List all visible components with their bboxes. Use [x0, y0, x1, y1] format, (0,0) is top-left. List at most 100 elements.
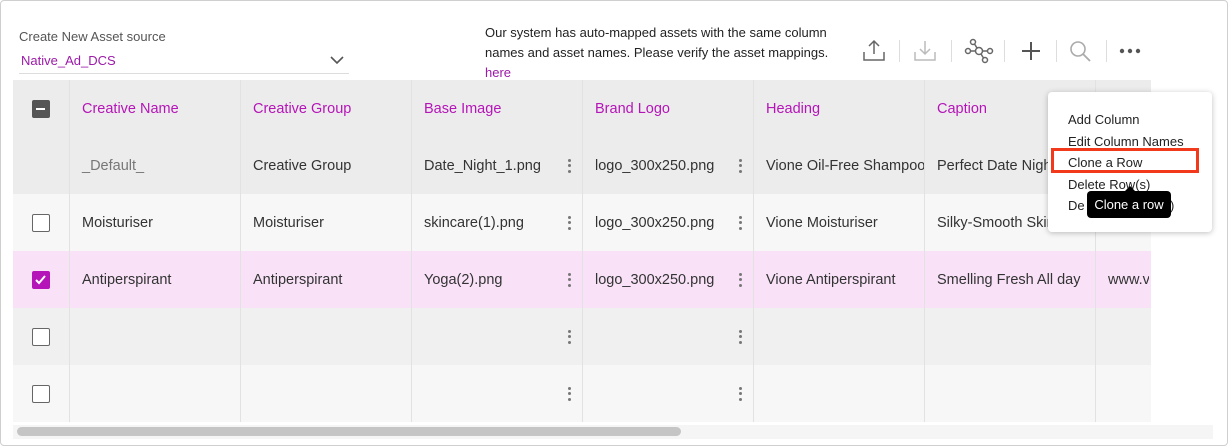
table-cell[interactable]: Date_Night_1.png: [412, 137, 583, 194]
row-select-cell: [13, 194, 70, 251]
search-icon: [1070, 41, 1091, 62]
more-options-button[interactable]: [1113, 34, 1147, 68]
table-cell[interactable]: [241, 308, 412, 365]
row-checkbox[interactable]: [32, 213, 50, 232]
kebab-menu-icon[interactable]: [568, 215, 572, 230]
table-cell[interactable]: [583, 308, 754, 365]
kebab-menu-icon[interactable]: [568, 272, 572, 287]
table-cell[interactable]: [925, 308, 1096, 365]
select-all-cell: [13, 80, 70, 137]
table-cell[interactable]: [412, 365, 583, 422]
row-checkbox[interactable]: [32, 270, 50, 289]
column-header[interactable]: Base Image: [412, 80, 583, 137]
table-cell[interactable]: Creative Group: [241, 137, 412, 194]
table-cell[interactable]: logo_300x250.png: [583, 194, 754, 251]
table-cell[interactable]: Moisturiser: [241, 194, 412, 251]
plus-icon: [1022, 42, 1040, 60]
table-cell-text: logo_300x250.png: [595, 214, 715, 231]
column-header[interactable]: Brand Logo: [583, 80, 754, 137]
chevron-down-icon: [330, 56, 344, 65]
network-icon: [964, 38, 994, 64]
mapping-network-button[interactable]: [962, 34, 996, 68]
kebab-menu-icon[interactable]: [739, 215, 743, 230]
toolbar-divider: [1004, 40, 1005, 62]
table-cell[interactable]: logo_300x250.png: [583, 137, 754, 194]
kebab-menu-icon[interactable]: [739, 386, 743, 401]
table-row: Antiperspirant Antiperspirant Yoga(2).pn…: [13, 251, 1151, 308]
table-cell[interactable]: Antiperspirant: [241, 251, 412, 308]
download-icon: [914, 41, 936, 61]
horizontal-scrollbar-thumb[interactable]: [17, 427, 681, 436]
menu-item-edit-column-names[interactable]: Edit Column Names: [1068, 134, 1184, 149]
row-checkbox[interactable]: [32, 327, 50, 346]
table-cell[interactable]: [241, 365, 412, 422]
table-cell[interactable]: _Default_: [70, 137, 241, 194]
menu-item-clone-row[interactable]: Clone a Row: [1068, 155, 1142, 170]
asset-table: Creative Name Creative Group Base Image …: [13, 80, 1151, 422]
kebab-menu-icon[interactable]: [568, 158, 572, 173]
table-header-row: Creative Name Creative Group Base Image …: [13, 80, 1151, 137]
search-button[interactable]: [1063, 34, 1097, 68]
checkmark-icon: [35, 274, 46, 284]
table-cell-text: logo_300x250.png: [595, 157, 715, 174]
table-row: _Default_ Creative Group Date_Night_1.pn…: [13, 137, 1151, 194]
menu-item-add-column[interactable]: Add Column: [1068, 112, 1140, 127]
table-cell[interactable]: [70, 365, 241, 422]
row-select-cell: [13, 137, 70, 194]
table-cell[interactable]: [1096, 308, 1149, 365]
more-icon: [1119, 48, 1141, 54]
kebab-menu-icon[interactable]: [739, 158, 743, 173]
asset-source-label: Create New Asset source: [19, 29, 166, 44]
row-checkbox[interactable]: [32, 384, 50, 403]
row-select-cell: [13, 308, 70, 365]
table-cell[interactable]: [754, 308, 925, 365]
table-cell[interactable]: Smelling Fresh All day: [925, 251, 1096, 308]
table-cell[interactable]: logo_300x250.png: [583, 251, 754, 308]
table-cell[interactable]: [925, 365, 1096, 422]
upload-icon: [863, 39, 885, 61]
kebab-menu-icon[interactable]: [739, 272, 743, 287]
table-cell[interactable]: [583, 365, 754, 422]
toolbar-divider: [899, 40, 900, 62]
table-cell[interactable]: Antiperspirant: [70, 251, 241, 308]
toolbar-divider: [1106, 40, 1107, 62]
toolbar-divider: [951, 40, 952, 62]
asset-mapping-panel: Create New Asset source Native_Ad_DCS Ou…: [0, 0, 1228, 446]
asset-source-select[interactable]: Native_Ad_DCS: [19, 50, 349, 74]
table-row: Moisturiser Moisturiser skincare(1).png …: [13, 194, 1151, 251]
upload-button[interactable]: [857, 34, 891, 68]
add-button[interactable]: [1014, 34, 1048, 68]
row-select-cell: [13, 365, 70, 422]
notice-text: Our system has auto-mapped assets with t…: [485, 25, 829, 60]
table-cell[interactable]: [70, 308, 241, 365]
table-cell[interactable]: www.vi: [1096, 251, 1149, 308]
table-row: [13, 308, 1151, 365]
column-header[interactable]: Creative Name: [70, 80, 241, 137]
table-cell-text: logo_300x250.png: [595, 271, 715, 288]
menu-item-obscured[interactable]: De: [1068, 198, 1085, 213]
asset-source-value: Native_Ad_DCS: [21, 53, 116, 68]
table-cell[interactable]: [1096, 365, 1149, 422]
menu-item-delete-rows[interactable]: Delete Row(s): [1068, 177, 1150, 192]
table-cell-text: skincare(1).png: [424, 214, 524, 231]
table-cell-text: Yoga(2).png: [424, 271, 503, 288]
table-cell[interactable]: Moisturiser: [70, 194, 241, 251]
kebab-menu-icon[interactable]: [739, 329, 743, 344]
notice-here-link[interactable]: here: [485, 65, 511, 80]
select-all-checkbox[interactable]: [32, 99, 50, 118]
clone-row-tooltip: Clone a row: [1087, 186, 1171, 218]
table-cell-text: Date_Night_1.png: [424, 157, 541, 174]
table-cell[interactable]: skincare(1).png: [412, 194, 583, 251]
table-cell[interactable]: Vione Moisturiser: [754, 194, 925, 251]
table-cell[interactable]: Vione Oil-Free Shampoo: [754, 137, 925, 194]
table-cell[interactable]: Vione Antiperspirant: [754, 251, 925, 308]
table-cell[interactable]: [754, 365, 925, 422]
column-header[interactable]: Heading: [754, 80, 925, 137]
table-row: [13, 365, 1151, 422]
kebab-menu-icon[interactable]: [568, 329, 572, 344]
column-header[interactable]: Creative Group: [241, 80, 412, 137]
table-cell[interactable]: Yoga(2).png: [412, 251, 583, 308]
table-cell[interactable]: [412, 308, 583, 365]
download-button[interactable]: [908, 34, 942, 68]
kebab-menu-icon[interactable]: [568, 386, 572, 401]
